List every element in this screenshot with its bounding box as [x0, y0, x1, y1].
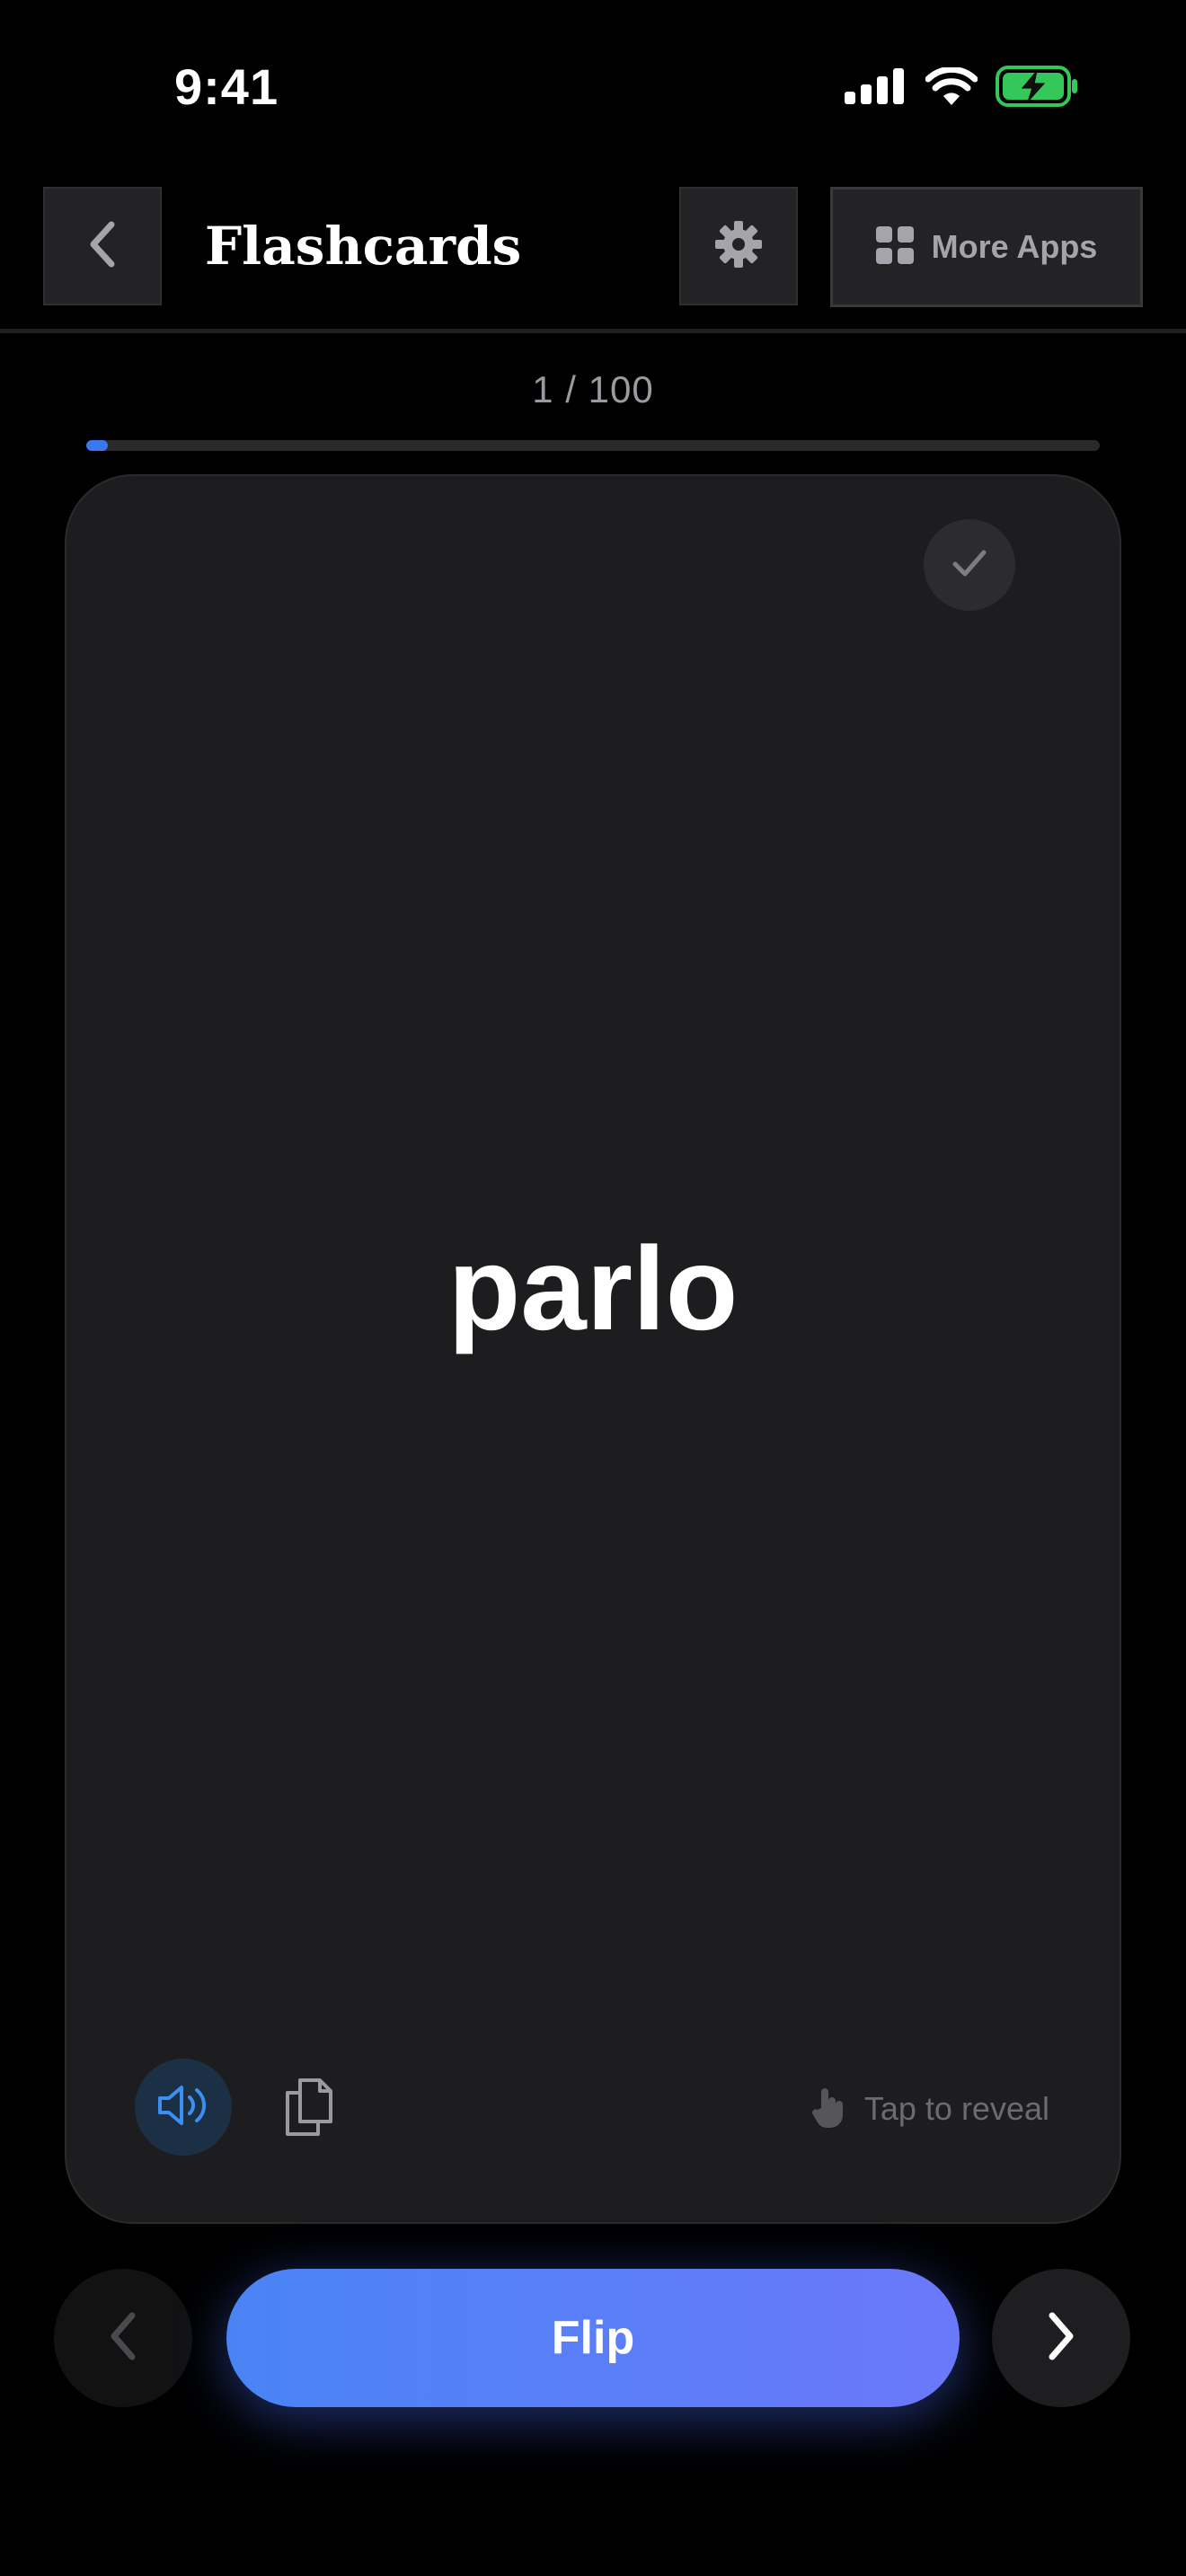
previous-card-button[interactable] [54, 2269, 192, 2407]
flip-label: Flip [551, 2312, 635, 2364]
more-apps-button[interactable]: More Apps [830, 187, 1143, 307]
more-apps-label: More Apps [931, 228, 1098, 265]
wifi-icon [925, 66, 978, 110]
tap-hint: Tap to reveal [809, 2080, 1049, 2138]
back-button[interactable] [43, 187, 162, 305]
status-bar: 9:41 [0, 0, 1186, 171]
tap-hand-icon [809, 2085, 850, 2134]
chevron-left-icon [105, 2310, 141, 2367]
settings-button[interactable] [679, 187, 798, 305]
header: Flashcards More Apps [0, 187, 1186, 307]
status-icons [845, 65, 1078, 111]
card-word: parlo [447, 1222, 739, 1354]
progress-counter: 1 / 100 [532, 368, 654, 410]
chevron-right-icon [1043, 2310, 1079, 2367]
signal-icon [845, 67, 906, 109]
mark-known-button[interactable] [924, 519, 1015, 611]
next-card-button[interactable] [992, 2269, 1130, 2407]
check-icon [951, 548, 987, 583]
page-title: Flashcards [205, 216, 522, 277]
header-divider [0, 329, 1186, 333]
tap-hint-label: Tap to reveal [863, 2090, 1049, 2127]
status-time: 9:41 [174, 58, 279, 115]
copy-button[interactable] [277, 2077, 341, 2141]
flashcard[interactable]: parlo Tap to reveal [65, 474, 1121, 2224]
copy-icon [282, 2077, 336, 2142]
chevron-left-icon [84, 219, 120, 274]
audio-button[interactable] [135, 2059, 232, 2156]
battery-charging-icon [996, 65, 1078, 111]
progress-fill [86, 440, 108, 451]
grid-icon [875, 225, 914, 269]
flip-button[interactable]: Flip [226, 2269, 960, 2407]
speaker-icon [155, 2082, 212, 2133]
gear-icon [713, 219, 764, 274]
progress-bar [86, 440, 1100, 451]
